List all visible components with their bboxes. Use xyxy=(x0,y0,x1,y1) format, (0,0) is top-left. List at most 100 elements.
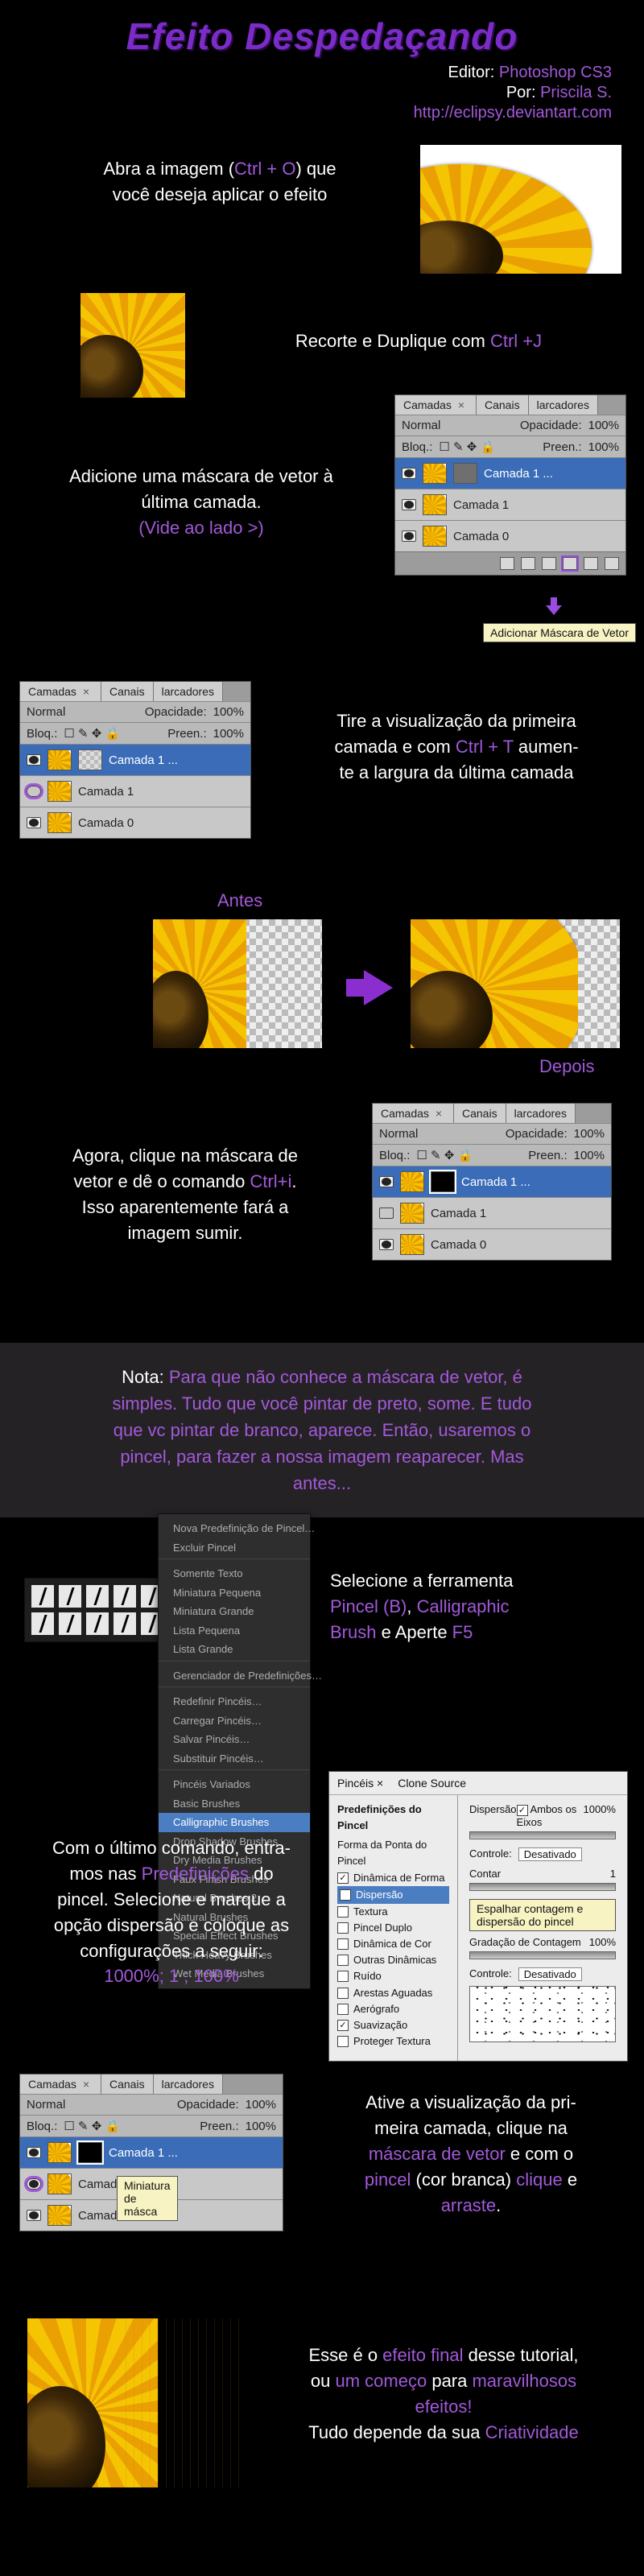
menu-item-selected[interactable]: Calligraphic Brushes xyxy=(159,1813,310,1832)
visibility-toggle-off[interactable] xyxy=(379,1208,394,1219)
menu-item[interactable]: Lista Grande xyxy=(159,1640,310,1659)
menu-item[interactable]: Carregar Pincéis… xyxy=(159,1711,310,1731)
fill-value[interactable]: 100% xyxy=(213,727,244,741)
control-select[interactable]: Desativado xyxy=(518,1967,582,1981)
layer-row[interactable]: Camada 1 xyxy=(373,1197,611,1228)
tab-canais[interactable]: Canais xyxy=(477,395,529,415)
visibility-toggle[interactable] xyxy=(27,754,41,766)
layer-row[interactable]: Camada 1 xyxy=(395,489,625,520)
fill-value[interactable]: 100% xyxy=(588,440,619,454)
menu-item[interactable]: Substituir Pincéis… xyxy=(159,1749,310,1769)
opt[interactable]: Ruído xyxy=(337,1968,449,1984)
vector-mask-thumb[interactable] xyxy=(78,749,102,770)
dialog-tab-clone[interactable]: Clone Source xyxy=(398,1777,466,1790)
opt[interactable]: Pincel Duplo xyxy=(337,1920,449,1936)
dialog-tab-brushes[interactable]: Pincéis × xyxy=(337,1777,383,1790)
add-mask-icon[interactable] xyxy=(563,557,577,570)
vector-mask-black[interactable] xyxy=(431,1171,455,1192)
menu-item[interactable]: Miniatura Pequena xyxy=(159,1583,310,1603)
visibility-toggle[interactable] xyxy=(27,2147,41,2158)
layer-row[interactable]: Camada 0 xyxy=(395,520,625,551)
layer-row[interactable]: Camada 0 xyxy=(20,807,250,838)
blend-mode[interactable]: Normal xyxy=(27,705,65,719)
opt[interactable]: Dinâmica de Cor xyxy=(337,1936,449,1952)
menu-item[interactable]: Pincéis Variados xyxy=(159,1775,310,1794)
layer-row-selected[interactable]: Camada 1 ... xyxy=(20,2136,283,2168)
folder-icon[interactable] xyxy=(542,557,556,570)
adjustment-icon[interactable] xyxy=(584,557,598,570)
opt[interactable]: Arestas Aguadas xyxy=(337,1985,449,2001)
opt[interactable]: Suavização xyxy=(337,2017,449,2033)
brush-thumbnails[interactable] xyxy=(24,1578,171,1642)
tab-canais[interactable]: Canais xyxy=(101,682,154,701)
layer-row[interactable]: CamadMiniatura de másca xyxy=(20,2168,283,2199)
vector-mask-thumb[interactable] xyxy=(453,463,477,484)
layer-row-selected[interactable]: Camada 1 ... xyxy=(395,457,625,489)
visibility-toggle-off[interactable] xyxy=(27,786,41,797)
menu-item[interactable]: Excluir Pincel xyxy=(159,1538,310,1558)
menu-item[interactable]: Miniatura Grande xyxy=(159,1602,310,1621)
layer-row[interactable]: Camada 1 xyxy=(20,775,250,807)
control-select[interactable]: Desativado xyxy=(518,1847,582,1861)
visibility-toggle[interactable] xyxy=(27,2210,41,2221)
visibility-toggle[interactable] xyxy=(27,817,41,828)
opacity-value[interactable]: 100% xyxy=(213,705,244,719)
menu-item[interactable]: Redefinir Pincéis… xyxy=(159,1692,310,1711)
opacity-value[interactable]: 100% xyxy=(246,2098,276,2112)
visibility-toggle[interactable] xyxy=(402,499,416,510)
visibility-toggle[interactable] xyxy=(27,2178,41,2190)
opt[interactable]: Outras Dinâmicas xyxy=(337,1952,449,1968)
opt[interactable]: Proteger Textura xyxy=(337,2033,449,2050)
layers-panel-hidefirst[interactable]: Camadas × Canais larcadores Normal Opaci… xyxy=(19,681,251,839)
layer-row-selected[interactable]: Camada 1 ... xyxy=(20,744,250,775)
fill-value[interactable]: 100% xyxy=(574,1149,605,1162)
tab-camadas[interactable]: Camadas × xyxy=(373,1104,454,1123)
visibility-toggle[interactable] xyxy=(402,530,416,542)
disp-value[interactable]: 1000% xyxy=(584,1803,616,1828)
opt[interactable]: Forma da Ponta do Pincel xyxy=(337,1837,449,1869)
opt[interactable]: Dinâmica de Forma xyxy=(337,1870,449,1886)
tab-larcadores[interactable]: larcadores xyxy=(154,2074,223,2094)
jitter-value[interactable]: 100% xyxy=(589,1936,616,1948)
opacity-value[interactable]: 100% xyxy=(574,1127,605,1141)
fx-icon[interactable] xyxy=(500,557,514,570)
opt[interactable]: Textura xyxy=(337,1904,449,1920)
new-layer-icon[interactable] xyxy=(521,557,535,570)
visibility-toggle[interactable] xyxy=(379,1176,394,1187)
visibility-toggle[interactable] xyxy=(379,1239,394,1250)
tab-camadas[interactable]: Camadas × xyxy=(395,395,477,415)
visibility-toggle[interactable] xyxy=(402,468,416,479)
count-slider[interactable] xyxy=(469,1883,616,1891)
menu-item[interactable]: Salvar Pincéis… xyxy=(159,1730,310,1749)
blend-mode[interactable]: Normal xyxy=(27,2098,65,2112)
tab-camadas[interactable]: Camadas × xyxy=(20,2074,101,2094)
vector-mask-thumb[interactable] xyxy=(78,2142,102,2163)
tab-camadas[interactable]: Camadas × xyxy=(20,682,101,701)
count-value[interactable]: 1 xyxy=(610,1868,616,1880)
opt[interactable]: Aerógrafo xyxy=(337,2001,449,2017)
menu-item[interactable]: Gerenciador de Predefinições… xyxy=(159,1666,310,1686)
layer-row[interactable]: Camada 0 xyxy=(373,1228,611,1260)
tab-larcadores[interactable]: larcadores xyxy=(529,395,598,415)
menu-item[interactable]: Lista Pequena xyxy=(159,1621,310,1641)
tab-larcadores[interactable]: larcadores xyxy=(506,1104,576,1123)
tab-larcadores[interactable]: larcadores xyxy=(154,682,223,701)
layers-panel-addmask[interactable]: Camadas × Canais larcadores Normal Opaci… xyxy=(394,394,626,576)
scatter-slider[interactable] xyxy=(469,1831,616,1839)
opacity-value[interactable]: 100% xyxy=(588,419,619,432)
layer-row-selected[interactable]: Camada 1 ... xyxy=(373,1166,611,1197)
menu-item[interactable]: Somente Texto xyxy=(159,1564,310,1583)
blend-mode[interactable]: Normal xyxy=(402,419,440,432)
tab-canais[interactable]: Canais xyxy=(454,1104,506,1123)
trash-icon[interactable] xyxy=(605,557,619,570)
brush-settings-dialog[interactable]: Pincéis × Clone Source Predefinições do … xyxy=(328,1771,628,2062)
menu-item[interactable]: Nova Predefinição de Pincel… xyxy=(159,1519,310,1538)
tab-canais[interactable]: Canais xyxy=(101,2074,154,2094)
opt-dispersao[interactable]: Dispersão xyxy=(337,1886,449,1904)
fill-value[interactable]: 100% xyxy=(246,2120,276,2133)
layers-panel-final[interactable]: Camadas × Canais larcadores Normal Opaci… xyxy=(19,2074,283,2231)
jitter-slider[interactable] xyxy=(469,1951,616,1959)
layers-panel-inverted[interactable]: Camadas × Canais larcadores Normal Opaci… xyxy=(372,1103,612,1261)
menu-item[interactable]: Basic Brushes xyxy=(159,1794,310,1814)
both-axes-checkbox[interactable] xyxy=(517,1805,528,1816)
